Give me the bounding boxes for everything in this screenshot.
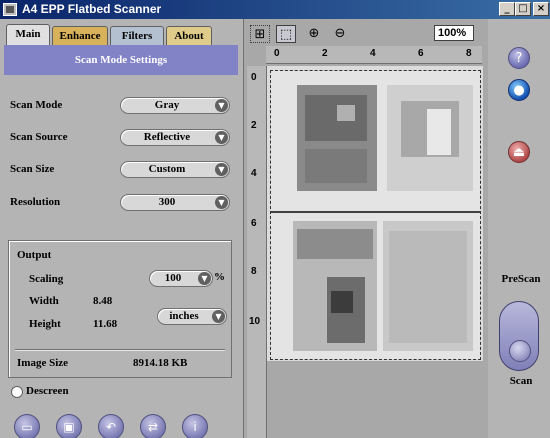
- ruler-tick: 8: [466, 48, 472, 59]
- minimize-button[interactable]: _: [499, 2, 515, 16]
- scaling-unit: %: [214, 271, 225, 283]
- side-panel: ? ● ⏏ PreScan Scan: [489, 19, 550, 438]
- chevron-down-icon: ▼: [212, 310, 225, 323]
- help-icon[interactable]: ?: [508, 47, 530, 69]
- scan-source-label: Scan Source: [10, 131, 68, 143]
- units-select[interactable]: inches ▼: [157, 308, 227, 325]
- ruler-tick: 4: [370, 48, 376, 59]
- globe-icon[interactable]: ●: [508, 79, 530, 101]
- ruler-tick: 0: [251, 72, 257, 83]
- chevron-down-icon: ▼: [215, 163, 228, 176]
- scaling-value: 100: [164, 272, 182, 284]
- scanned-page-image: [271, 71, 480, 359]
- title-bar: A4 EPP Flatbed Scanner _ □ ×: [0, 0, 550, 19]
- settings-panel: Main Enhance Filters About Scan Mode Set…: [0, 19, 243, 438]
- scaling-select[interactable]: 100 ▼: [149, 270, 213, 287]
- scan-size-select[interactable]: Custom ▼: [120, 161, 230, 178]
- close-button[interactable]: ×: [533, 2, 549, 16]
- undo-icon[interactable]: ↶: [98, 414, 124, 438]
- info-icon[interactable]: i: [182, 414, 208, 438]
- window-title: A4 EPP Flatbed Scanner: [22, 2, 162, 16]
- maximize-button[interactable]: □: [515, 2, 531, 16]
- scan-size-label: Scan Size: [10, 163, 55, 175]
- descreen-radio[interactable]: [11, 386, 23, 398]
- tab-about[interactable]: About: [166, 26, 212, 45]
- ruler-tick: 10: [249, 316, 261, 327]
- ruler-left: 0 2 4 6 8 10: [247, 66, 267, 438]
- prescan-label: PreScan: [501, 273, 541, 285]
- zoom-level-field[interactable]: 100%: [434, 25, 474, 41]
- exit-icon[interactable]: ⏏: [508, 141, 530, 163]
- descreen-label: Descreen: [26, 385, 69, 397]
- scan-source-select[interactable]: Reflective ▼: [120, 129, 230, 146]
- tab-filters[interactable]: Filters: [110, 26, 164, 45]
- image-size-value: 8914.18 KB: [133, 357, 188, 369]
- ruler-tick: 2: [251, 120, 257, 131]
- ruler-tick: 8: [251, 266, 257, 277]
- tab-enhance[interactable]: Enhance: [52, 26, 108, 45]
- chevron-down-icon: ▼: [215, 99, 228, 112]
- ruler-tick: 6: [418, 48, 424, 59]
- bottom-toolbar: ▭ ▣ ↶ ⇄ i: [0, 410, 243, 438]
- resolution-value: 300: [158, 196, 176, 208]
- scan-mode-value: Gray: [154, 99, 180, 111]
- output-title: Output: [17, 249, 52, 261]
- resolution-select[interactable]: 300 ▼: [120, 194, 230, 211]
- tab-main[interactable]: Main: [6, 24, 50, 45]
- ruler-tick: 6: [251, 218, 257, 229]
- width-label: Width: [29, 295, 59, 307]
- folder-icon[interactable]: ▭: [14, 414, 40, 438]
- preview-area: ⊞ ⬚ ⊕ ⊖ 100% 0 2 4 6 8 0 2 4 6 8 10: [243, 19, 488, 438]
- resolution-label: Resolution: [10, 196, 61, 208]
- panel-header: Scan Mode Settings: [4, 45, 238, 75]
- zoom-out-icon[interactable]: ⊖: [330, 25, 350, 43]
- chevron-down-icon: ▼: [215, 196, 228, 209]
- zoom-in-icon[interactable]: ⊕: [304, 25, 324, 43]
- scan-source-value: Reflective: [143, 131, 191, 143]
- output-group: Output Scaling 100 ▼ % Width 8.48 Height…: [8, 240, 232, 378]
- scanner-app-icon: [3, 3, 17, 16]
- scan-mode-label: Scan Mode: [10, 99, 63, 111]
- ruler-tick: 4: [251, 168, 257, 179]
- chevron-down-icon: ▼: [198, 272, 211, 285]
- output-divider: [15, 349, 225, 351]
- scan-size-value: Custom: [148, 163, 186, 175]
- ruler-tick: 2: [322, 48, 328, 59]
- units-value: inches: [169, 310, 199, 322]
- width-value: 8.48: [93, 295, 113, 307]
- selection-active-icon[interactable]: ⬚: [276, 25, 296, 43]
- scan-mode-select[interactable]: Gray ▼: [120, 97, 230, 114]
- selection-icon[interactable]: ⊞: [250, 25, 270, 43]
- scaling-label: Scaling: [29, 273, 64, 285]
- image-size-label: Image Size: [17, 357, 69, 369]
- height-label: Height: [29, 318, 61, 330]
- scan-label: Scan: [509, 375, 533, 387]
- height-value: 11.68: [93, 318, 118, 330]
- scan-button[interactable]: [499, 301, 539, 371]
- scan-preview-canvas[interactable]: [267, 66, 483, 361]
- rotate-icon[interactable]: ⇄: [140, 414, 166, 438]
- chevron-down-icon: ▼: [215, 131, 228, 144]
- ruler-tick: 0: [274, 48, 280, 59]
- save-icon[interactable]: ▣: [56, 414, 82, 438]
- scan-selection[interactable]: [270, 70, 481, 360]
- ruler-top: 0 2 4 6 8: [266, 46, 482, 64]
